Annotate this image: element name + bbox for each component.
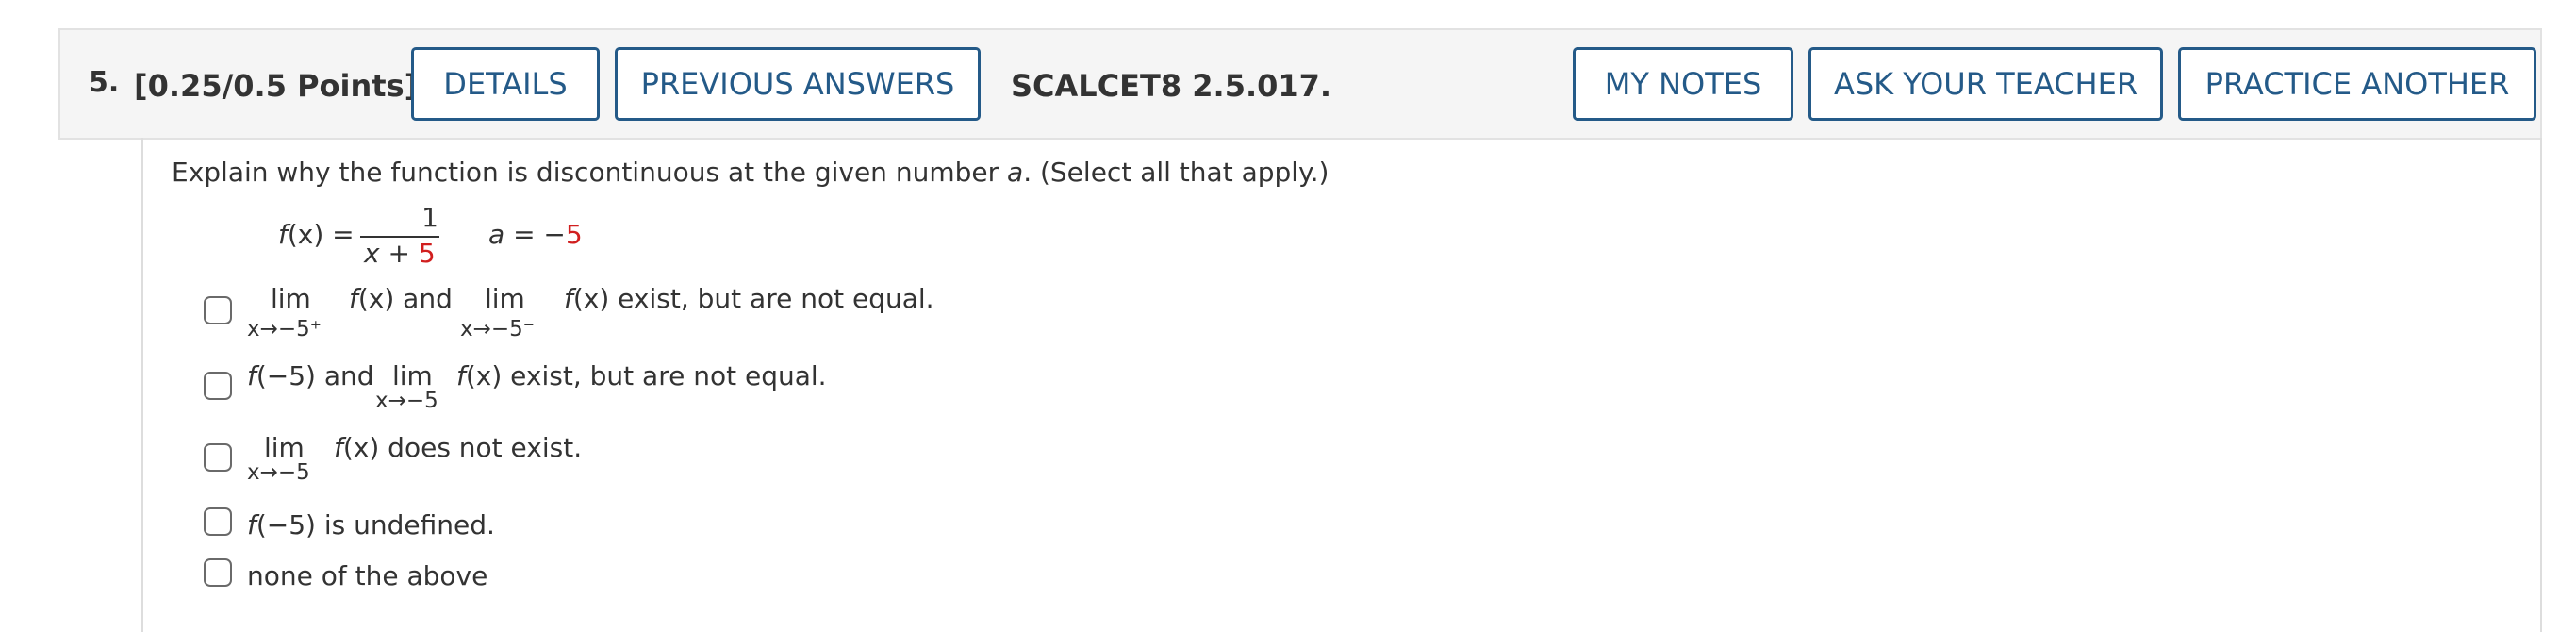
- option-1-lim: lim: [271, 283, 311, 314]
- option-2-lim-subscript: x→−5: [375, 389, 438, 413]
- option-3-text: f(x) does not exist.: [334, 432, 583, 463]
- question-points: [0.25/0.5 Points]: [134, 68, 419, 104]
- question-code: SCALCET8 2.5.017.: [1011, 68, 1332, 104]
- option-1-lim-2: lim: [485, 283, 525, 314]
- option-1-lim-2-subscript: x→−5⁻: [460, 317, 535, 341]
- option-4-checkbox[interactable]: [204, 507, 232, 536]
- fraction-denominator: x + 5: [364, 238, 436, 269]
- fraction-numerator: 1: [421, 202, 438, 233]
- option-3-lim-subscript: x→−5: [247, 460, 310, 485]
- option-2-lim: lim: [392, 360, 433, 391]
- option-2-checkbox[interactable]: [204, 372, 232, 400]
- option-2-text-a: f(−5) and: [247, 360, 374, 391]
- question-number: 5.: [89, 66, 120, 99]
- option-3-checkbox[interactable]: [204, 443, 232, 472]
- option-4-text: f(−5) is undefined.: [247, 509, 495, 541]
- option-5-checkbox[interactable]: [204, 558, 232, 587]
- question-header: 5. [0.25/0.5 Points] DETAILS PREVIOUS AN…: [58, 28, 2542, 140]
- option-1-lim-subscript: x→−5⁺: [247, 317, 322, 341]
- option-1-text-a: f(x) and: [349, 283, 453, 314]
- option-5-text: none of the above: [247, 560, 488, 591]
- option-2-text-b: f(x) exist, but are not equal.: [456, 360, 827, 391]
- practice-another-button[interactable]: PRACTICE ANOTHER: [2178, 47, 2536, 121]
- ask-your-teacher-button[interactable]: ASK YOUR TEACHER: [1808, 47, 2163, 121]
- question-prompt: Explain why the function is discontinuou…: [172, 157, 1329, 188]
- function-lhs: f(x) =: [278, 219, 355, 250]
- option-3-lim: lim: [264, 432, 305, 463]
- given-number: a = −5: [488, 219, 583, 250]
- my-notes-button[interactable]: MY NOTES: [1573, 47, 1793, 121]
- option-1-checkbox[interactable]: [204, 296, 232, 324]
- question-content: Explain why the function is discontinuou…: [141, 138, 2542, 632]
- details-button[interactable]: DETAILS: [411, 47, 600, 121]
- option-1-text-b: f(x) exist, but are not equal.: [564, 283, 934, 314]
- previous-answers-button[interactable]: PREVIOUS ANSWERS: [615, 47, 981, 121]
